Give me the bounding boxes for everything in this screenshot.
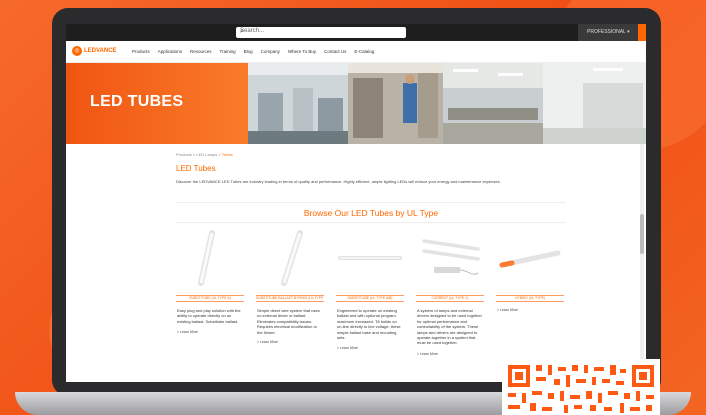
nav-item[interactable]: Resources — [190, 49, 212, 54]
tube-image — [281, 230, 303, 286]
learn-more-link[interactable]: > Learn More — [257, 340, 278, 344]
card-title[interactable]: CURRENT (UL TYPE C) — [416, 295, 484, 302]
warehouse-photo — [348, 63, 443, 144]
hero-title: LED TUBES — [90, 93, 184, 110]
learn-more-link[interactable]: > Learn More — [497, 308, 518, 312]
breadcrumb-item[interactable]: LED Lamps — [196, 152, 217, 157]
card-title[interactable]: HYBRID (UL TYPE) — [496, 295, 564, 302]
tube-image — [338, 256, 402, 260]
scrollbar-thumb[interactable] — [640, 214, 644, 254]
tube-image — [499, 250, 561, 268]
card-description: Engineered to operate on existing ballas… — [337, 308, 401, 341]
main-nav: ◎ LEDVANCE Products Applications Resourc… — [66, 41, 646, 63]
card-description: A system of lamps and external drivers d… — [417, 308, 482, 346]
divider — [176, 202, 566, 203]
logo-text: LEDVANCE — [84, 48, 117, 54]
qr-code[interactable] — [502, 359, 660, 415]
open-office-photo — [443, 63, 543, 144]
breadcrumb: Products > LED Lamps > Tubes — [176, 152, 233, 157]
menu-toggle[interactable] — [638, 24, 646, 41]
learn-more-link[interactable]: > Learn More — [177, 330, 198, 334]
logo-icon: ◎ — [72, 46, 82, 56]
nav-item[interactable]: Products — [132, 49, 150, 54]
nav-item[interactable]: Where To Buy — [288, 49, 316, 54]
tube-and-driver-image — [422, 239, 480, 275]
learn-more-link[interactable]: > Learn More — [337, 346, 358, 350]
nav-item[interactable]: E-Catalog — [354, 49, 374, 54]
office-photo — [248, 63, 348, 144]
scrollbar[interactable] — [640, 144, 644, 382]
tube-image — [198, 230, 215, 286]
hero-banner: LED TUBES — [66, 63, 646, 144]
page-title: LED Tubes — [176, 164, 216, 173]
ledvance-logo[interactable]: ◎ LEDVANCE — [72, 46, 117, 56]
card-title[interactable]: SUBSTITUBE BALLAST BYPASS (UL TYPE B) — [256, 295, 324, 302]
card-description: Simple direct wire system that uses no e… — [257, 308, 320, 335]
nav-item[interactable]: Blog — [244, 49, 253, 54]
card-description: Easy plug and play solution with the abi… — [177, 308, 241, 324]
nav-item[interactable]: Contact Us — [324, 49, 346, 54]
search-input[interactable]: Search... ⌕ — [236, 27, 406, 38]
search-icon[interactable]: ⌕ — [240, 28, 402, 36]
breadcrumb-current: Tubes — [221, 152, 233, 157]
nav-menu: Products Applications Resources Training… — [132, 49, 374, 54]
nav-item[interactable]: Company — [261, 49, 280, 54]
card-title[interactable]: SUBSTITUBE (UL TYPE A) — [176, 295, 244, 302]
page-description: Discover the LEDVANCE LED Tubes are indu… — [176, 179, 501, 184]
section-title: Browse Our LED Tubes by UL Type — [303, 208, 439, 218]
corridor-photo — [543, 63, 646, 144]
profile-dropdown[interactable]: PROFESSIONAL ▾ — [578, 24, 638, 41]
card-title[interactable]: SUBSTITUBE (UL TYPE A/B) — [336, 295, 404, 302]
nav-item[interactable]: Applications — [158, 49, 182, 54]
utility-bar: Search... ⌕ PROFESSIONAL ▾ — [66, 24, 646, 41]
breadcrumb-item[interactable]: Products — [176, 152, 192, 157]
nav-item[interactable]: Training — [220, 49, 236, 54]
divider — [176, 222, 566, 223]
browser-screen: Search... ⌕ PROFESSIONAL ▾ ◎ LEDVANCE Pr… — [66, 24, 646, 382]
learn-more-link[interactable]: > Learn More — [417, 352, 438, 356]
